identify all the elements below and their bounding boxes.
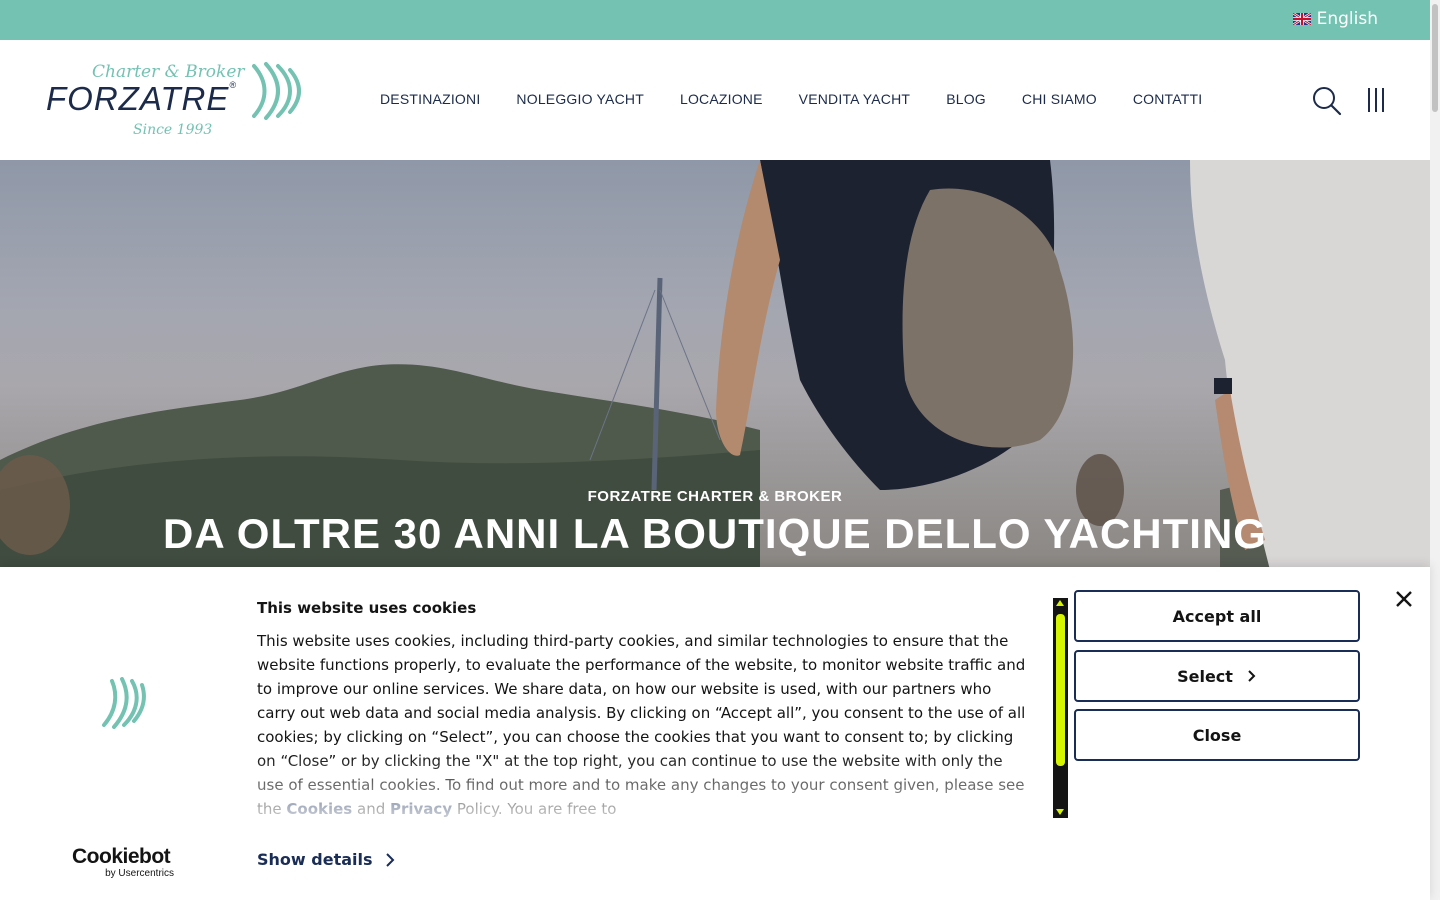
nav-chi-siamo[interactable]: CHI SIAMO — [1022, 91, 1097, 107]
select-button[interactable]: Select — [1074, 650, 1360, 702]
nav-vendita-yacht[interactable]: VENDITA YACHT — [799, 91, 911, 107]
accept-all-button[interactable]: Accept all — [1074, 590, 1360, 642]
hero-subtitle: FORZATRE CHARTER & BROKER — [587, 488, 843, 505]
cookie-text-scrollbar[interactable] — [1053, 598, 1068, 818]
privacy-link[interactable]: Privacy — [390, 800, 452, 818]
close-icon[interactable] — [1394, 589, 1414, 609]
forzatre-waves-icon — [102, 677, 146, 729]
nav-locazione[interactable]: LOCAZIONE — [680, 91, 763, 107]
nav-blog[interactable]: BLOG — [946, 91, 986, 107]
forzatre-logo[interactable]: Charter & Broker FORZATRE® Since 1993 — [44, 62, 304, 142]
accept-all-label: Accept all — [1172, 606, 1262, 626]
scroll-down-arrow-icon[interactable] — [1056, 809, 1064, 815]
close-button[interactable]: Close — [1074, 709, 1360, 761]
cookie-title: This website uses cookies — [257, 599, 477, 617]
cookiebot-logo[interactable]: Cookiebot by Usercentrics — [72, 845, 182, 880]
main-nav: DESTINAZIONI NOLEGGIO YACHT LOCAZIONE VE… — [380, 91, 1202, 107]
language-selector[interactable]: English — [1292, 9, 1378, 29]
scroll-up-arrow-icon[interactable] — [1056, 600, 1064, 606]
hero-title: DA OLTRE 30 ANNI LA BOUTIQUE DELLO YACHT… — [163, 510, 1267, 557]
language-label: English — [1316, 9, 1378, 29]
logo-since: Since 1993 — [133, 122, 213, 138]
chevron-right-icon — [385, 852, 394, 867]
cookie-banner: Cookiebot by Usercentrics This website u… — [0, 567, 1430, 900]
nav-noleggio-yacht[interactable]: NOLEGGIO YACHT — [516, 91, 644, 107]
page-scrollbar[interactable] — [1430, 0, 1440, 900]
logo-brand: FORZATRE® — [46, 80, 238, 117]
search-icon[interactable] — [1312, 86, 1342, 116]
cookie-text-area[interactable]: This website uses cookies This website u… — [257, 599, 1047, 825]
select-label: Select — [1177, 666, 1233, 686]
cookiebot-by: by Usercentrics — [105, 868, 174, 879]
nav-destinazioni[interactable]: DESTINAZIONI — [380, 91, 480, 107]
cookie-description: This website uses cookies, including thi… — [257, 632, 1026, 818]
cookie-scrollbar-thumb[interactable] — [1056, 614, 1065, 766]
show-details-label: Show details — [257, 850, 373, 869]
page-scrollbar-thumb[interactable] — [1432, 4, 1438, 112]
cookiebot-name: Cookiebot — [72, 845, 171, 868]
uk-flag-icon — [1292, 13, 1311, 25]
language-bar: English — [0, 0, 1430, 40]
site-header: Charter & Broker FORZATRE® Since 1993 DE… — [0, 40, 1430, 160]
chevron-right-icon — [1248, 670, 1256, 682]
logo-waves-icon — [252, 62, 301, 120]
nav-contatti[interactable]: CONTATTI — [1133, 91, 1203, 107]
hero-background-image — [0, 160, 1430, 570]
logo-tagline: Charter & Broker — [92, 62, 245, 82]
show-details-link[interactable]: Show details — [257, 850, 395, 869]
cookies-link[interactable]: Cookies — [286, 800, 352, 818]
close-label: Close — [1192, 725, 1242, 745]
menu-icon[interactable] — [1366, 86, 1386, 114]
hero-banner: FORZATRE CHARTER & BROKER DA OLTRE 30 AN… — [0, 160, 1430, 570]
